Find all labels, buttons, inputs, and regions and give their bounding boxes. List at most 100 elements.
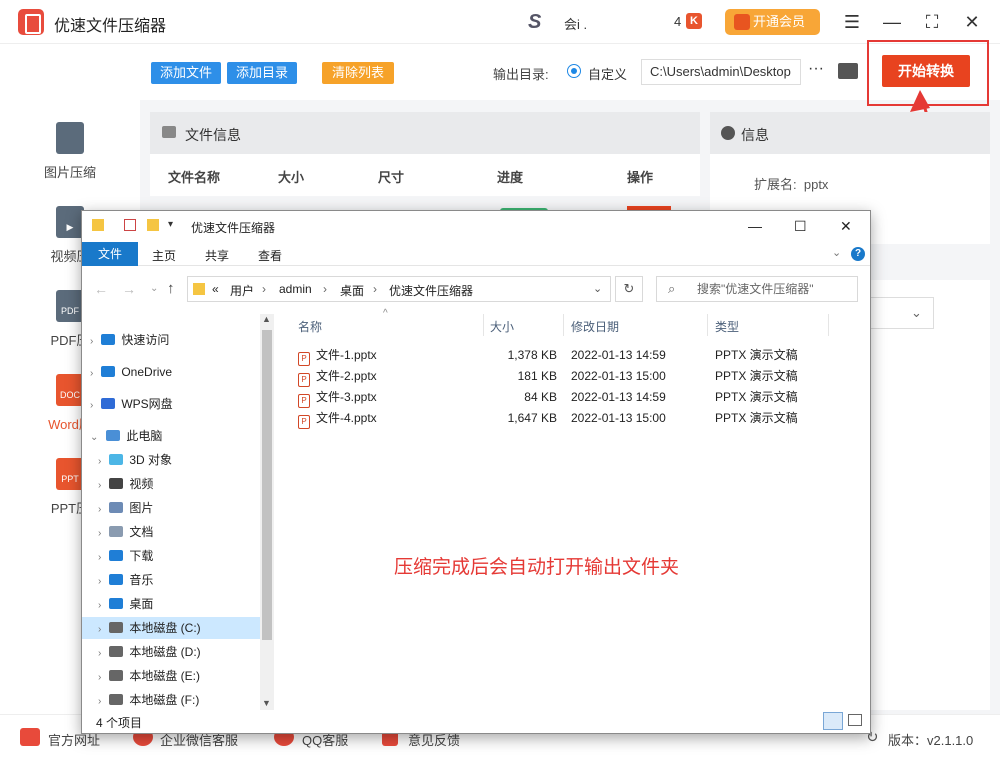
app-logo-icon (18, 9, 44, 35)
properties-icon[interactable] (124, 219, 136, 231)
expand-chevron-icon[interactable]: › (90, 368, 93, 379)
nav-item[interactable]: › 快速访问 (82, 329, 260, 351)
breadcrumb-desktop[interactable]: 桌面 (340, 282, 364, 299)
ribbon-tab-home[interactable]: 主页 (152, 247, 176, 264)
ribbon-tab-share[interactable]: 共享 (205, 247, 229, 264)
nav-item[interactable]: › 图片 (82, 497, 260, 519)
address-dropdown-icon[interactable]: ⌄ (593, 282, 602, 295)
col-header-name[interactable]: 名称 (298, 318, 322, 335)
nav-item[interactable]: › 本地磁盘 (E:) (82, 665, 260, 687)
quick-access-dropdown-icon[interactable]: ▾ (168, 219, 173, 230)
back-icon[interactable]: ← (94, 281, 108, 297)
start-convert-button[interactable]: 开始转换 (882, 55, 970, 87)
col-header-type[interactable]: 类型 (715, 318, 739, 335)
menu-icon[interactable]: ☰ (840, 10, 864, 34)
custom-radio[interactable] (567, 64, 581, 78)
file-row[interactable]: P 文件-3.pptx 84 KB 2022-01-13 14:59 PPTX 演示文稿 (298, 387, 818, 408)
col-header-size[interactable]: 大小 (490, 318, 514, 335)
breadcrumb-admin[interactable]: admin (279, 282, 312, 296)
cube-icon (109, 454, 124, 465)
scroll-down-icon[interactable]: ▼ (262, 698, 271, 708)
col-header-date[interactable]: 修改日期 (571, 318, 619, 335)
expand-chevron-icon[interactable]: › (98, 672, 101, 683)
nav-item-label: 音乐 (129, 573, 154, 587)
user-name[interactable]: 会i . (564, 14, 587, 33)
ribbon-tab-file[interactable]: 文件 (82, 242, 138, 266)
expand-chevron-icon[interactable]: › (98, 504, 101, 515)
nav-item[interactable]: › 桌面 (82, 593, 260, 615)
sidebar-item-0[interactable]: 图片压缩 (0, 110, 140, 190)
expand-chevron-icon[interactable]: › (98, 576, 101, 587)
file-name: 文件-1.pptx (316, 348, 377, 362)
expand-chevron-icon[interactable]: › (98, 528, 101, 539)
nav-item[interactable]: › 文档 (82, 521, 260, 543)
file-row[interactable]: P 文件-1.pptx 1,378 KB 2022-01-13 14:59 PPTX 演… (298, 345, 818, 366)
more-icon[interactable]: ··· (808, 60, 824, 78)
file-info-title: 文件信息 (185, 127, 241, 143)
expand-chevron-icon[interactable]: › (98, 624, 101, 635)
help-icon[interactable]: ? (851, 247, 865, 261)
folder-icon (92, 219, 104, 231)
nav-item[interactable]: › 音乐 (82, 569, 260, 591)
nav-item[interactable]: › 本地磁盘 (C:) (82, 617, 260, 639)
nav-item[interactable]: ⌄ 此电脑 (82, 425, 260, 447)
desktop-icon (109, 598, 124, 609)
explorer-minimize-icon[interactable]: — (748, 218, 762, 234)
user-avatar-icon[interactable]: S (528, 11, 556, 33)
nav-item[interactable]: › 视频 (82, 473, 260, 495)
expand-chevron-icon[interactable]: › (98, 600, 101, 611)
expand-chevron-icon[interactable]: ⌄ (90, 432, 98, 443)
expand-chevron-icon[interactable]: › (98, 480, 101, 491)
scroll-up-icon[interactable]: ▲ (262, 314, 271, 324)
expand-chevron-icon[interactable]: › (98, 552, 101, 563)
file-type: PPTX 演示文稿 (715, 348, 798, 362)
expand-chevron-icon[interactable]: › (98, 648, 101, 659)
nav-item-label: OneDrive (121, 365, 173, 379)
refresh-icon[interactable]: ↻ (615, 276, 643, 302)
add-file-button[interactable]: 添加文件 (151, 62, 221, 84)
points-count: 4 (674, 14, 682, 29)
breadcrumb-users[interactable]: 用户 (230, 282, 254, 299)
nav-item[interactable]: › 本地磁盘 (F:) (82, 689, 260, 711)
expand-chevron-icon[interactable]: › (90, 336, 93, 347)
wps-cloud-icon (101, 398, 116, 409)
breadcrumb-current[interactable]: 优速文件压缩器 (389, 282, 473, 299)
expand-chevron-icon[interactable]: › (90, 400, 93, 411)
large-icons-view-icon[interactable] (848, 714, 862, 726)
new-folder-icon[interactable] (147, 219, 159, 231)
search-input[interactable]: 搜索"优速文件压缩器" (656, 276, 858, 302)
ribbon-tab-view[interactable]: 查看 (258, 247, 282, 264)
expand-chevron-icon[interactable]: › (98, 696, 101, 707)
clear-list-button[interactable]: 清除列表 (322, 62, 394, 84)
nav-item[interactable]: › 3D 对象 (82, 449, 260, 471)
forward-icon[interactable]: → (122, 281, 136, 297)
nav-item-label: 桌面 (129, 597, 154, 611)
explorer-close-icon[interactable]: ✕ (840, 218, 852, 235)
file-row[interactable]: P 文件-2.pptx 181 KB 2022-01-13 15:00 PPTX 演示文… (298, 366, 818, 387)
nav-scroll-thumb[interactable] (262, 330, 272, 640)
nav-item[interactable]: › OneDrive (82, 361, 260, 383)
nav-item-label: 本地磁盘 (E:) (129, 669, 201, 683)
ribbon-expand-icon[interactable]: ⌄ (832, 246, 841, 259)
maximize-icon[interactable]: ⛶ (920, 10, 944, 34)
drive-icon (109, 694, 124, 705)
recent-dropdown-icon[interactable]: ⌄ (150, 283, 158, 294)
breadcrumb-more[interactable]: « (212, 282, 219, 296)
col-size: 大小 (278, 170, 305, 185)
minimize-icon[interactable]: — (880, 10, 904, 34)
expand-chevron-icon[interactable]: › (98, 456, 101, 467)
output-path-input[interactable]: C:\Users\admin\Desktop (641, 59, 801, 85)
file-size: 1,378 KB (507, 348, 557, 362)
nav-item[interactable]: › WPS网盘 (82, 393, 260, 415)
up-icon[interactable]: ↑ (167, 280, 175, 297)
details-view-icon[interactable] (823, 712, 843, 730)
folder-icon[interactable] (838, 63, 858, 79)
close-icon[interactable]: ✕ (960, 10, 984, 34)
nav-item-label: 3D 对象 (129, 453, 173, 467)
nav-item-label: 本地磁盘 (F:) (129, 693, 200, 707)
nav-item[interactable]: › 本地磁盘 (D:) (82, 641, 260, 663)
explorer-maximize-icon[interactable]: ☐ (794, 218, 807, 235)
nav-item[interactable]: › 下载 (82, 545, 260, 567)
file-row[interactable]: P 文件-4.pptx 1,647 KB 2022-01-13 15:00 PPTX 演… (298, 408, 818, 429)
add-dir-button[interactable]: 添加目录 (227, 62, 297, 84)
